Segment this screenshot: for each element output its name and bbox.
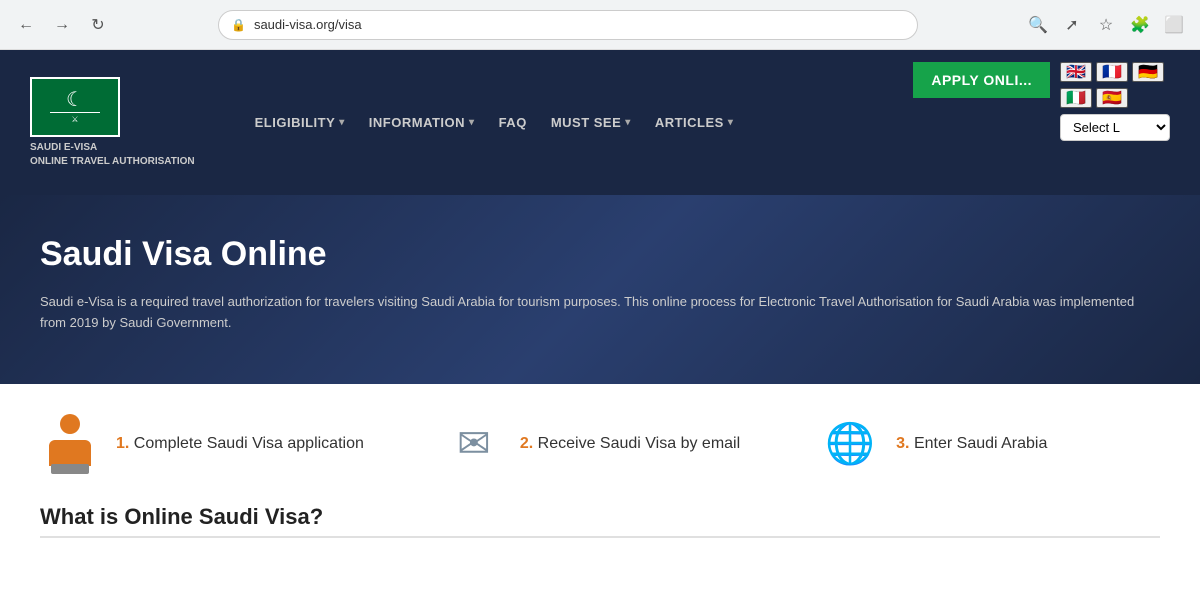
flag-de[interactable]: 🇩🇪 <box>1132 62 1164 82</box>
section-divider <box>40 536 1160 538</box>
nav-arrow: ▾ <box>625 117 631 128</box>
flags-row-bottom: 🇮🇹 🇪🇸 <box>1060 88 1170 108</box>
step-1: 1. Complete Saudi Visa application <box>40 414 364 474</box>
nav-arrow: ▾ <box>469 117 475 128</box>
nav-must-see[interactable]: MUST SEE ▾ <box>551 115 631 130</box>
logo-flag: ☾ ⚔ <box>30 77 120 137</box>
reload-button[interactable]: ↻ <box>84 11 112 39</box>
flag-gb[interactable]: 🇬🇧 <box>1060 62 1092 82</box>
step1-icon <box>40 414 100 474</box>
nav-arrow: ▾ <box>728 117 734 128</box>
extensions-button[interactable]: 🧩 <box>1126 11 1154 39</box>
nav-arrow: ▾ <box>339 117 345 128</box>
flags-language-area: 🇬🇧 🇫🇷 🇩🇪 🇮🇹 🇪🇸 Select L English French G… <box>1060 62 1170 141</box>
steps-section: 1. Complete Saudi Visa application ✉ 2. … <box>0 384 1200 494</box>
apply-button[interactable]: APPLY ONLI... <box>913 62 1050 98</box>
step-2: ✉ 2. Receive Saudi Visa by email <box>444 414 740 474</box>
nav-faq[interactable]: FAQ <box>499 115 527 130</box>
nav-articles[interactable]: ARTICLES ▾ <box>655 115 734 130</box>
what-section: What is Online Saudi Visa? <box>0 494 1200 548</box>
flag-es[interactable]: 🇪🇸 <box>1096 88 1128 108</box>
logo-line1: SAUDI E-VISA <box>30 141 195 155</box>
logo-text: SAUDI E-VISA ONLINE TRAVEL AUTHORISATION <box>30 141 195 169</box>
website-content: ☾ ⚔ SAUDI E-VISA ONLINE TRAVEL AUTHORISA… <box>0 50 1200 600</box>
share-button[interactable]: ➚ <box>1058 11 1086 39</box>
step3-text: 3. Enter Saudi Arabia <box>896 435 1047 453</box>
flag-it[interactable]: 🇮🇹 <box>1060 88 1092 108</box>
header-top-right: APPLY ONLI... 🇬🇧 🇫🇷 🇩🇪 🇮🇹 🇪🇸 Select L En… <box>913 62 1170 141</box>
step-3: 🌐 3. Enter Saudi Arabia <box>820 414 1047 474</box>
forward-button[interactable]: → <box>48 11 76 39</box>
menu-button[interactable]: ⬜ <box>1160 11 1188 39</box>
url-text: saudi-visa.org/visa <box>254 17 362 32</box>
address-bar[interactable]: 🔒 saudi-visa.org/visa <box>218 10 918 40</box>
back-button[interactable]: ← <box>12 11 40 39</box>
step3-icon: 🌐 <box>820 414 880 474</box>
language-select[interactable]: Select L English French German Italian S… <box>1060 114 1170 141</box>
step1-text: 1. Complete Saudi Visa application <box>116 435 364 453</box>
site-header: ☾ ⚔ SAUDI E-VISA ONLINE TRAVEL AUTHORISA… <box>0 50 1200 195</box>
browser-chrome: ← → ↻ 🔒 saudi-visa.org/visa 🔍 ➚ ☆ 🧩 ⬜ <box>0 0 1200 50</box>
logo-area: ☾ ⚔ SAUDI E-VISA ONLINE TRAVEL AUTHORISA… <box>30 77 195 169</box>
hero-description: Saudi e-Visa is a required travel author… <box>40 292 1140 334</box>
search-button[interactable]: 🔍 <box>1024 11 1052 39</box>
what-title: What is Online Saudi Visa? <box>40 504 1160 530</box>
flag-inner: ☾ ⚔ <box>50 90 100 124</box>
step2-text: 2. Receive Saudi Visa by email <box>520 435 740 453</box>
nav-eligibility[interactable]: ELIGIBILITY ▾ <box>255 115 345 130</box>
bookmark-button[interactable]: ☆ <box>1092 11 1120 39</box>
nav-information[interactable]: INFORMATION ▾ <box>369 115 475 130</box>
browser-actions: 🔍 ➚ ☆ 🧩 ⬜ <box>1024 11 1188 39</box>
hero-section: Saudi Visa Online Saudi e-Visa is a requ… <box>0 195 1200 384</box>
flags-row-top: 🇬🇧 🇫🇷 🇩🇪 <box>1060 62 1170 82</box>
lock-icon: 🔒 <box>231 18 246 32</box>
logo-line2: ONLINE TRAVEL AUTHORISATION <box>30 155 195 169</box>
step2-icon: ✉ <box>444 414 504 474</box>
flag-fr[interactable]: 🇫🇷 <box>1096 62 1128 82</box>
hero-title: Saudi Visa Online <box>40 235 1160 274</box>
